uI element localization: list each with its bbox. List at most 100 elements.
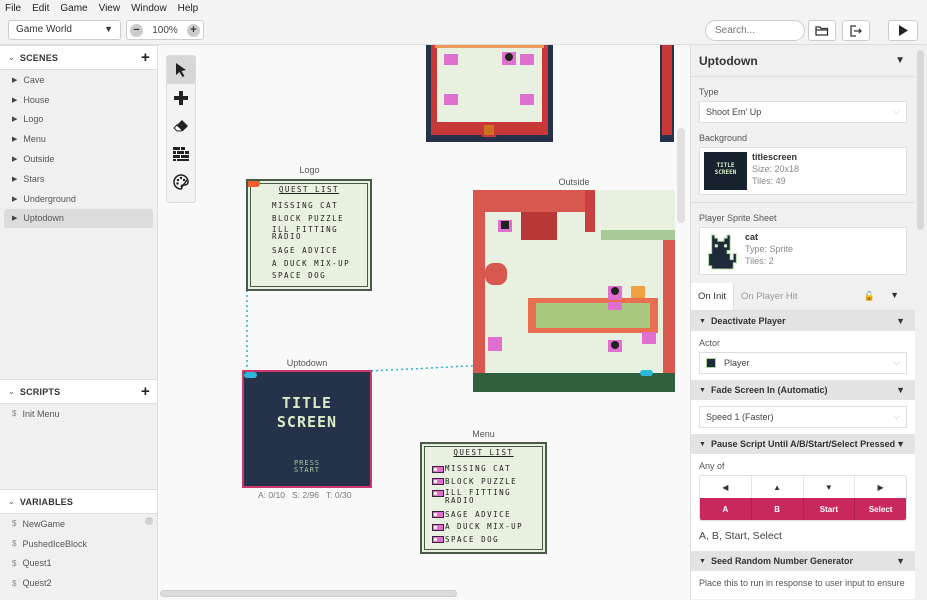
- scene-uptodown[interactable]: TITLE SCREEN PRESS START: [242, 370, 372, 488]
- scene-item-stars[interactable]: ▶ Stars: [4, 169, 153, 189]
- scene-name[interactable]: Uptodown: [699, 54, 758, 68]
- world-canvas[interactable]: Logo QUEST LIST MISSING CAT BLOCK PUZZLE…: [158, 45, 690, 600]
- canvas-horizontal-scrollbar[interactable]: [160, 590, 457, 597]
- scene-item-underground[interactable]: ▶ Underground: [4, 189, 153, 209]
- checkbox-icon[interactable]: [432, 523, 444, 531]
- scene-partial[interactable]: [660, 45, 674, 142]
- variable-item-pushedoiceblock[interactable]: $ PushedIceBlock: [4, 534, 153, 554]
- npc-actor[interactable]: [608, 286, 622, 300]
- play-button[interactable]: [888, 20, 918, 41]
- event-menu-icon[interactable]: ▼: [896, 439, 905, 449]
- inspector-scrollbar[interactable]: [917, 50, 924, 230]
- left-button-toggle[interactable]: ◀: [700, 476, 752, 498]
- scene-item-outside[interactable]: ▶ Outside: [4, 149, 153, 169]
- fade-speed-select[interactable]: Speed 1 (Faster) ⌵: [699, 406, 907, 428]
- event-menu-icon[interactable]: ▼: [896, 385, 905, 395]
- trigger-count: T: 0/30: [325, 490, 352, 500]
- scene-outside[interactable]: [473, 190, 675, 392]
- radio-actor[interactable]: [520, 54, 534, 65]
- rock-actor[interactable]: [631, 286, 645, 298]
- variable-item-quest2[interactable]: $ Quest2: [4, 573, 153, 593]
- checkbox-icon[interactable]: [432, 511, 444, 518]
- event-header-deactivate-player[interactable]: ▼ Deactivate Player ▼: [691, 311, 915, 331]
- zoom-control: − 100% +: [126, 20, 204, 40]
- right-button-toggle[interactable]: ▶: [855, 476, 906, 498]
- scripts-section-header[interactable]: ⌄ SCRIPTS +: [0, 379, 157, 404]
- background-picker[interactable]: TITLE SCREEN titlescreen Size: 20x18 Til…: [699, 147, 907, 195]
- sage-actor[interactable]: [488, 337, 502, 351]
- variables-section-header[interactable]: ⌄ VARIABLES: [0, 489, 157, 514]
- event-menu-icon[interactable]: ▼: [896, 316, 905, 326]
- select-tool[interactable]: [167, 56, 195, 84]
- menu-caret-icon[interactable]: ▼: [895, 55, 905, 66]
- zoom-in-button[interactable]: +: [186, 23, 200, 37]
- tab-on-player-hit[interactable]: On Player Hit: [734, 283, 805, 310]
- menu-help[interactable]: Help: [178, 3, 199, 14]
- canvas-vertical-scrollbar[interactable]: [677, 128, 685, 223]
- a-button-toggle[interactable]: A: [700, 498, 752, 520]
- search-input[interactable]: [705, 20, 805, 41]
- add-script-button[interactable]: +: [141, 383, 150, 400]
- scene-house[interactable]: [426, 45, 553, 142]
- select-button-toggle[interactable]: Select: [855, 498, 906, 520]
- variable-item-newgame[interactable]: $ NewGame: [4, 514, 153, 534]
- script-item-init-menu[interactable]: $ Init Menu: [4, 404, 153, 424]
- start-button-toggle[interactable]: Start: [803, 498, 856, 520]
- menu-view[interactable]: View: [99, 3, 121, 14]
- npc-actor[interactable]: [502, 52, 516, 65]
- view-select[interactable]: Game World ▼: [8, 20, 121, 40]
- scene-item-uptodown[interactable]: ▶ Uptodown: [4, 208, 153, 229]
- sign-actor[interactable]: [444, 94, 458, 105]
- scene-menu[interactable]: QUEST LIST MISSING CAT BLOCK PUZZLE ILL …: [420, 442, 547, 554]
- colorize-tool[interactable]: [167, 168, 195, 196]
- event-header-pause-script[interactable]: ▼ Pause Script Until A/B/Start/Select Pr…: [691, 434, 915, 454]
- variable-icon: $: [12, 519, 17, 529]
- add-scene-button[interactable]: +: [141, 49, 150, 66]
- menu-edit[interactable]: Edit: [32, 3, 49, 14]
- tab-on-init[interactable]: On Init: [691, 283, 734, 310]
- down-button-toggle[interactable]: ▼: [803, 476, 856, 498]
- scene-item-cave[interactable]: ▶ Cave: [4, 70, 153, 90]
- checkbox-icon[interactable]: [432, 536, 444, 543]
- event-menu-icon[interactable]: ▼: [896, 556, 905, 566]
- checkbox-icon[interactable]: [432, 489, 444, 497]
- export-button[interactable]: [842, 20, 870, 41]
- menu-file[interactable]: File: [5, 3, 21, 14]
- cat-actor[interactable]: [498, 220, 512, 232]
- eraser-tool[interactable]: [167, 112, 195, 140]
- checkbox-icon[interactable]: [432, 478, 444, 485]
- collision-tool[interactable]: [167, 140, 195, 168]
- zoom-out-button[interactable]: −: [130, 23, 143, 37]
- duck-actor[interactable]: [608, 302, 622, 310]
- scene-type-select[interactable]: Shoot Em' Up ⌵: [699, 101, 907, 123]
- quest-line: RADIO: [445, 495, 476, 505]
- event-header-seed-random[interactable]: ▼ Seed Random Number Generator ▼: [691, 551, 915, 571]
- npc-actor[interactable]: [608, 340, 622, 352]
- scene-item-logo[interactable]: ▶ Logo: [4, 110, 153, 130]
- scene-logo[interactable]: QUEST LIST MISSING CAT BLOCK PUZZLE ILL …: [246, 179, 372, 291]
- sprite-sheet-picker[interactable]: cat Type: Sprite Tiles: 2: [699, 227, 907, 275]
- menu-window[interactable]: Window: [131, 3, 167, 14]
- add-actor-tool[interactable]: [167, 84, 195, 112]
- sign-actor[interactable]: [642, 332, 656, 344]
- menu-game[interactable]: Game: [60, 3, 87, 14]
- scrollbar-thumb[interactable]: [145, 517, 153, 525]
- open-folder-button[interactable]: [808, 20, 836, 41]
- trigger-marker-icon[interactable]: [640, 370, 653, 376]
- event-header-fade-screen-in[interactable]: ▼ Fade Screen In (Automatic) ▼: [691, 380, 915, 400]
- checkbox-icon[interactable]: [432, 465, 444, 473]
- variable-item-quest1[interactable]: $ Quest1: [4, 554, 153, 574]
- scenes-section-header[interactable]: ⌄ SCENES +: [0, 45, 157, 70]
- chevron-down-icon: ⌵: [893, 411, 900, 421]
- up-button-toggle[interactable]: ▲: [751, 476, 804, 498]
- scene-item-house[interactable]: ▶ House: [4, 90, 153, 110]
- sign-actor[interactable]: [444, 54, 458, 65]
- lock-icon[interactable]: 🔓: [864, 291, 875, 302]
- type-label: Type: [699, 87, 719, 97]
- scene-item-menu[interactable]: ▶ Menu: [4, 129, 153, 149]
- script-tabs: On Init On Player Hit 🔓 ▼: [691, 283, 915, 311]
- actor-select[interactable]: Player ⌵: [699, 352, 907, 374]
- b-button-toggle[interactable]: B: [751, 498, 804, 520]
- menu-caret-icon[interactable]: ▼: [890, 290, 899, 300]
- sign-actor[interactable]: [520, 94, 534, 105]
